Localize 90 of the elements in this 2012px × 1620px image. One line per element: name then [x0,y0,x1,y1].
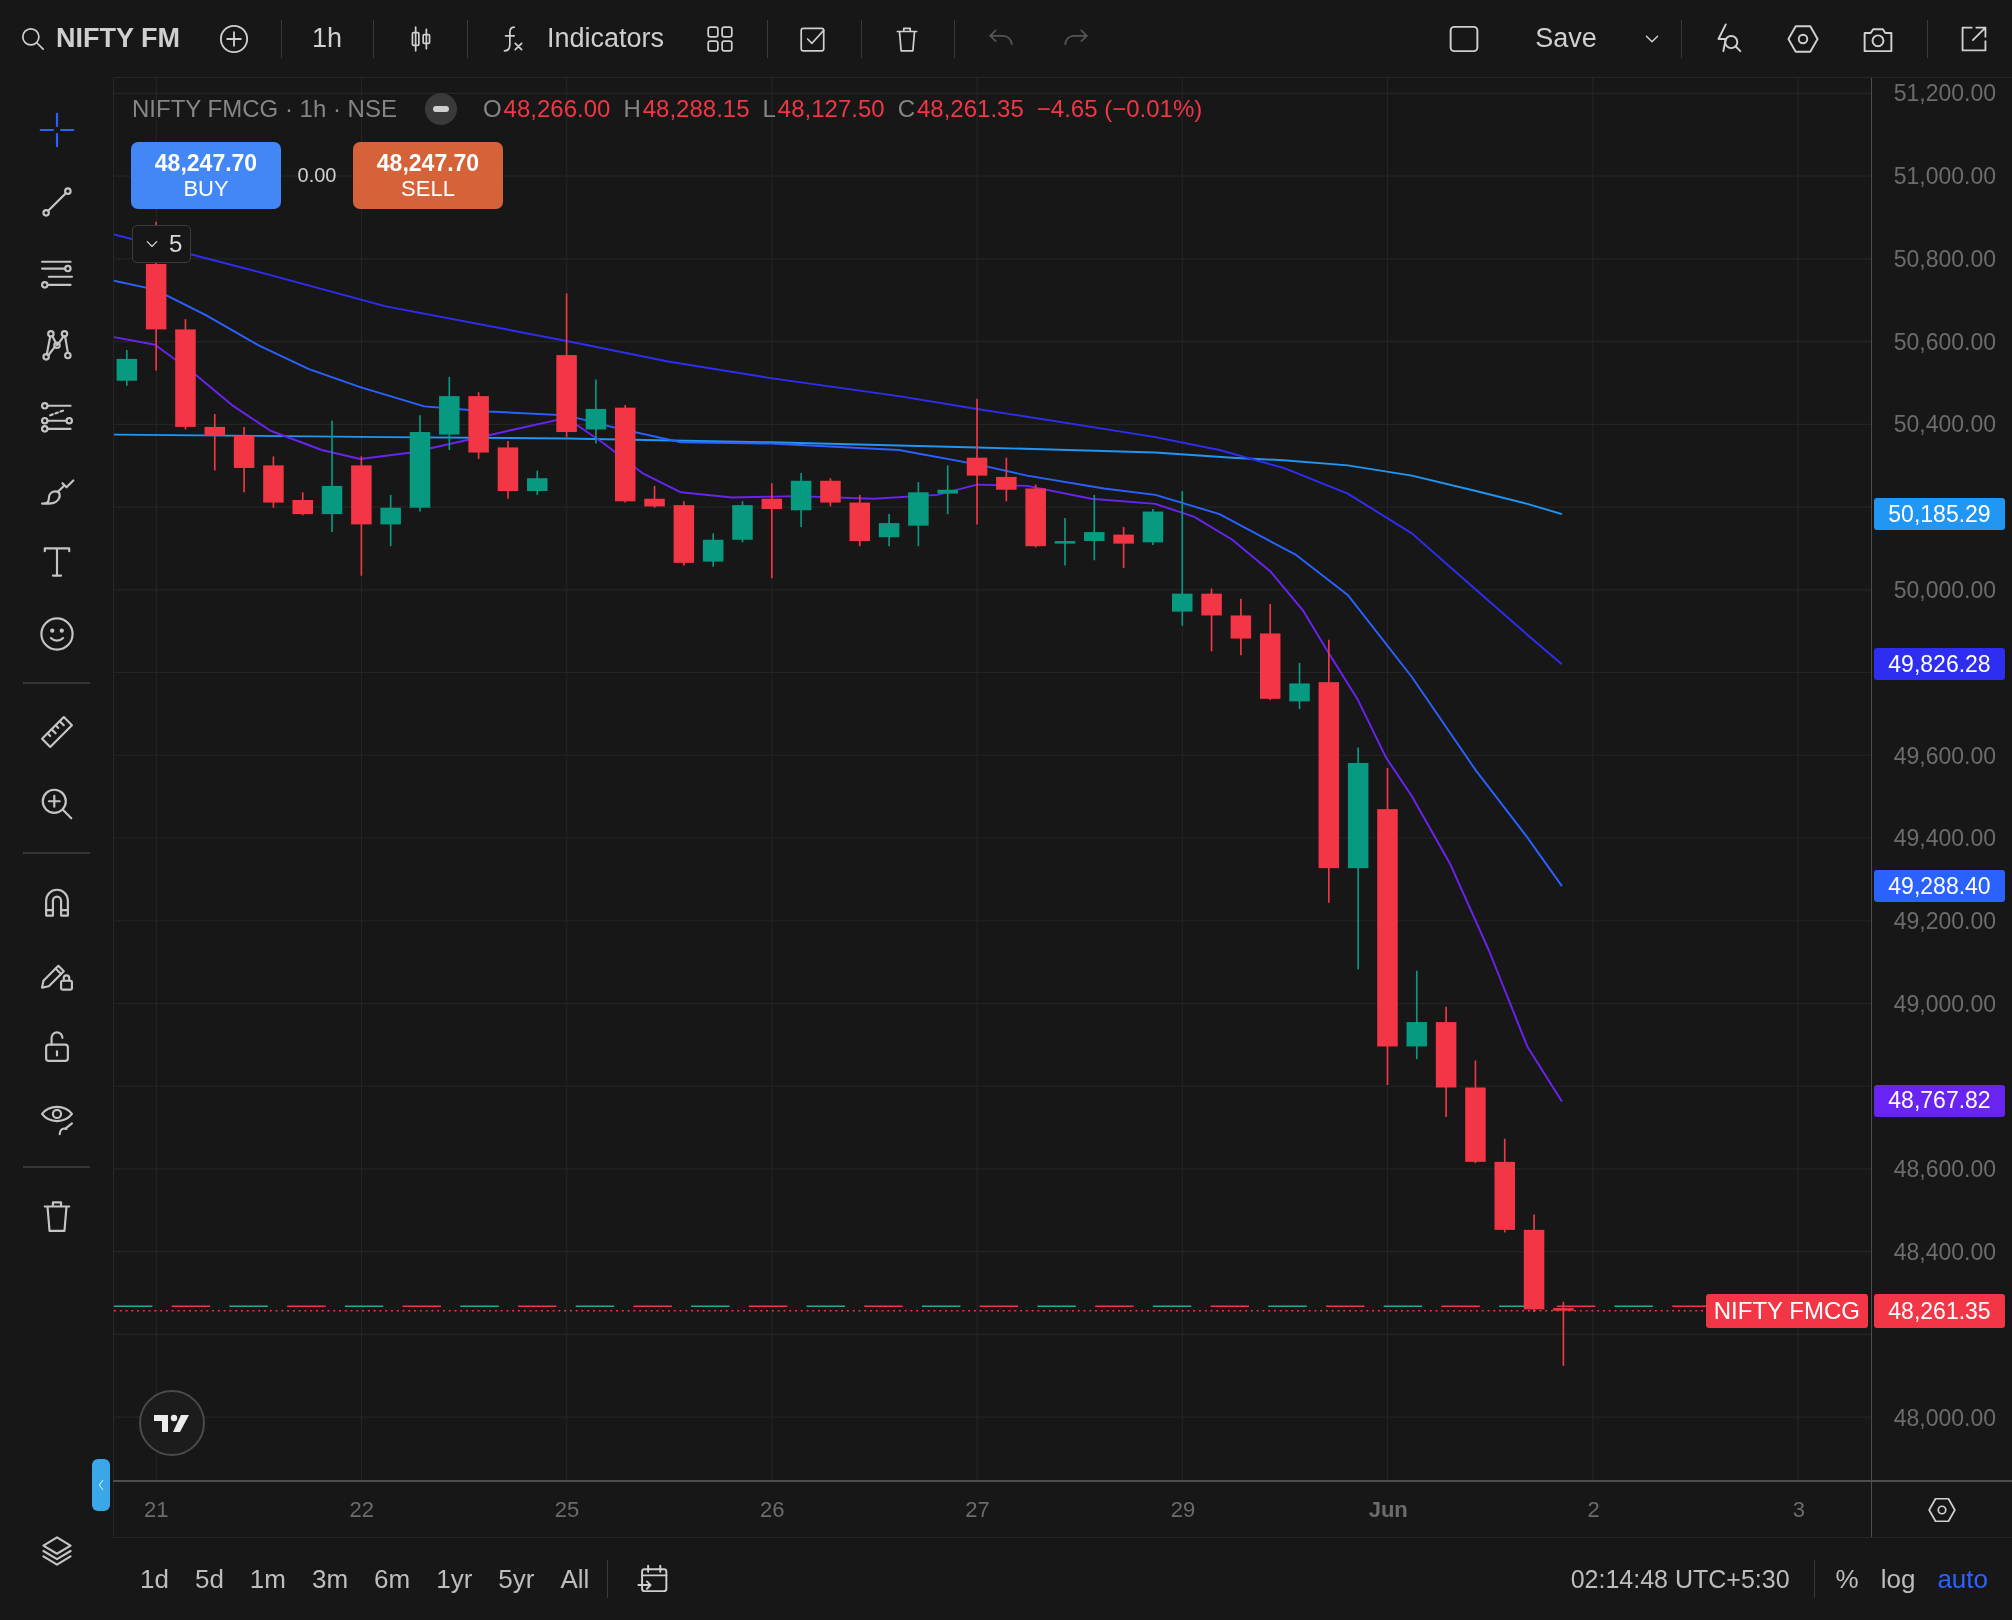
range-button[interactable]: 1yr [423,1555,486,1603]
sell-button[interactable]: 48,247.70 SELL [353,142,503,209]
price-tick-label: 48,600.00 [1893,1155,1996,1185]
collapse-handle[interactable] [92,1459,110,1511]
candle [527,469,548,496]
candle [732,500,753,544]
price-tick-label: 51,200.00 [1893,79,1996,109]
ohlc-value: L48,127.50 [762,95,885,123]
price-tick-label: 50,600.00 [1893,327,1996,357]
minus-circle-icon[interactable] [424,93,457,125]
symbol-search-button[interactable]: NIFTY FM [14,12,185,65]
time-tick-label: Jun [1368,1496,1408,1523]
price-tick-label: 50,000.00 [1893,576,1996,605]
price-change: −4.65 (−0.01%) [1036,95,1203,123]
range-button[interactable]: 6m [361,1555,424,1603]
candle [1142,508,1164,546]
range-button[interactable]: All [547,1555,603,1603]
candle [1201,587,1222,653]
scale-mode-button[interactable]: auto [1926,1555,1999,1603]
candle [1084,494,1105,562]
time-tick-label: 27 [965,1496,990,1523]
plus-circle-icon[interactable] [218,22,250,55]
candle [1054,517,1076,567]
candle [673,500,695,567]
smiley-icon[interactable] [37,615,76,653]
candle [644,485,665,509]
candle [996,456,1017,503]
candle [1553,1300,1574,1367]
candle [585,378,607,445]
time-tick-label: 21 [144,1496,169,1523]
range-button[interactable]: 1d [127,1555,182,1603]
range-button[interactable]: 1m [236,1555,299,1603]
ohlc-value: H48,288.15 [623,95,750,123]
symbol-title: NIFTY FMCG · 1h · NSE [132,95,397,123]
indicator-price-label: 49,826.28 [1874,648,2005,681]
candle [908,481,929,548]
candle [1025,483,1046,549]
save-button[interactable]: Save [1520,12,1612,65]
range-button[interactable]: 5d [181,1555,237,1603]
candle [820,477,841,508]
time-tick-label: 22 [349,1496,374,1523]
price-tick-label: 48,000.00 [1893,1403,1996,1433]
candle [1230,597,1252,657]
candle [468,391,489,460]
time-tick-label: 26 [760,1496,785,1523]
candle [204,413,226,472]
price-tick-label: 49,400.00 [1893,824,1996,854]
price-tick-label: 49,600.00 [1893,741,1996,771]
candle [790,472,812,528]
interval-button[interactable]: 1h [301,12,353,65]
indicators-toggle-button[interactable]: 5 [132,225,192,263]
last-price-label: 48,261.35 [1874,1294,2005,1329]
scale-mode-button[interactable]: log [1869,1555,1927,1603]
candle [1289,662,1310,710]
indicator-price-label: 48,767.82 [1874,1084,2005,1117]
candle [292,491,313,517]
candle [878,513,900,548]
logo-icon[interactable] [139,1390,205,1456]
ohlc-value: C48,261.35 [897,95,1024,123]
candle [937,464,958,515]
price-tick-label: 49,000.00 [1893,989,1996,1019]
candle [263,455,284,509]
price-tick-label: 50,800.00 [1893,244,1996,274]
candle [233,426,255,494]
candle [1113,526,1134,569]
indicator-price-label: 50,185.29 [1874,498,2005,531]
indicator-price-label: 49,288.40 [1874,870,2005,903]
crosshair-icon[interactable] [37,111,76,149]
time-tick-label: 2 [1587,1496,1600,1523]
range-button[interactable]: 3m [298,1555,362,1603]
price-tick-label: 48,400.00 [1893,1238,1996,1268]
price-tick-label: 49,200.00 [1893,907,1996,937]
scale-mode-button[interactable]: % [1824,1555,1870,1603]
candle [702,532,724,568]
time-tick-label: 29 [1170,1496,1196,1523]
time-tick-label: 25 [554,1496,580,1523]
spread-value: 0.00 [296,164,338,187]
price-tick-label: 50,400.00 [1893,410,1996,440]
range-button[interactable]: 5yr [485,1555,548,1603]
timezone-button[interactable]: 02:14:48 UTC+5:30 [1556,1555,1804,1603]
indicators-button[interactable]: Indicators [490,12,675,65]
time-tick-label: 3 [1792,1496,1805,1523]
candle [497,440,519,500]
candle [380,494,401,548]
candle [849,494,870,548]
candle [116,349,138,387]
price-tick-label: 51,000.00 [1893,162,1996,192]
ohlc-value: O48,266.00 [482,95,611,123]
grid-icon[interactable] [705,23,736,54]
symbol-price-tag: NIFTY FMCG [1705,1294,1868,1329]
